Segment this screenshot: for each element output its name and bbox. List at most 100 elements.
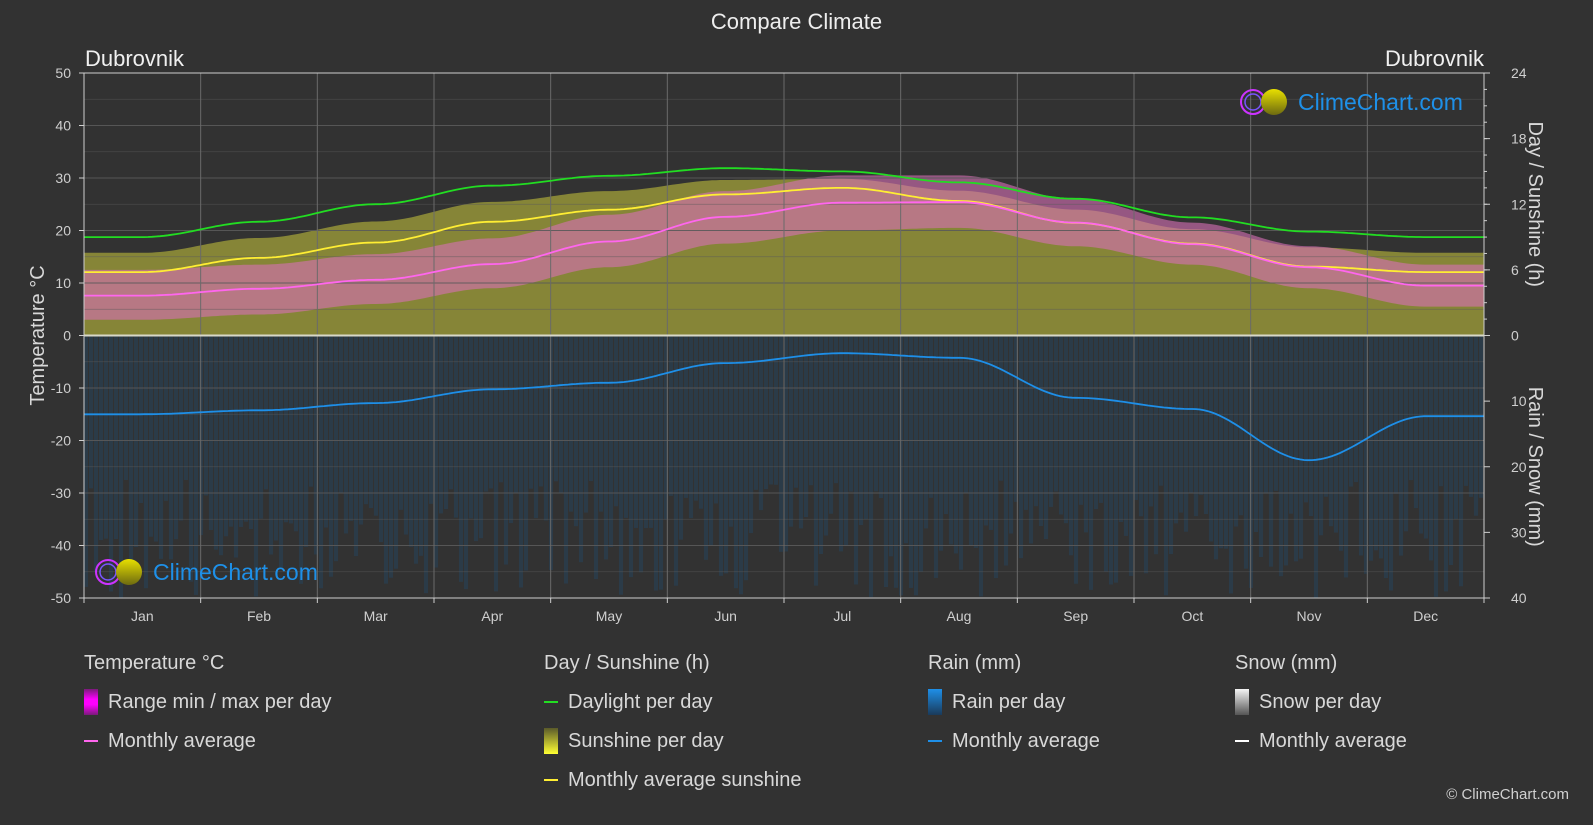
x-tick-label: Feb bbox=[247, 608, 271, 624]
y-right-top-tick-label: 24 bbox=[1511, 65, 1527, 81]
rain-daily-bar bbox=[684, 335, 688, 498]
rain-daily-bar bbox=[139, 335, 143, 504]
rain-daily-bar bbox=[924, 335, 928, 529]
rain-daily-bar bbox=[719, 335, 723, 576]
rain-daily-bar bbox=[1444, 335, 1448, 592]
rain-daily-bar bbox=[184, 335, 188, 481]
rain-daily-bar bbox=[464, 335, 468, 590]
legend-title: Day / Sunshine (h) bbox=[544, 652, 710, 674]
rain-daily-bar bbox=[1324, 335, 1328, 497]
rain-daily-bar bbox=[889, 335, 893, 557]
rain-daily-bar bbox=[1304, 335, 1308, 503]
rain-daily-bar bbox=[1104, 335, 1108, 572]
y-left-tick-label: -40 bbox=[51, 538, 71, 554]
legend-label: Range min / max per day bbox=[108, 690, 332, 713]
rain-daily-bar bbox=[304, 335, 308, 547]
rain-daily-bar bbox=[1034, 335, 1038, 507]
rain-daily-bar bbox=[294, 335, 298, 532]
rain-daily-bar bbox=[1209, 335, 1213, 542]
y-right-bottom-tick-label: 40 bbox=[1511, 590, 1527, 606]
snow-swatch bbox=[1235, 689, 1249, 715]
rain-daily-bar bbox=[884, 335, 888, 588]
x-tick-label: Apr bbox=[481, 608, 503, 624]
legend-item: Daylight per day bbox=[544, 690, 801, 714]
rain-daily-bar bbox=[334, 335, 338, 562]
rain-daily-bar bbox=[1059, 335, 1063, 515]
rain-daily-bar bbox=[1474, 335, 1478, 516]
x-tick-label: May bbox=[596, 608, 622, 624]
rain-daily-bar bbox=[319, 335, 323, 589]
rain-daily-bar bbox=[859, 335, 863, 526]
rain-daily-bar bbox=[814, 335, 818, 586]
rain-daily-bar bbox=[1144, 335, 1148, 574]
rain-daily-bar bbox=[1234, 335, 1238, 527]
rain-daily-bar bbox=[214, 335, 218, 550]
rain-daily-bar bbox=[479, 335, 483, 539]
rain-daily-bar bbox=[689, 335, 693, 519]
rain-daily-bar bbox=[999, 335, 1003, 481]
rain-daily-bar bbox=[1244, 335, 1248, 569]
rain-daily-bar bbox=[674, 335, 678, 586]
rain-daily-bar bbox=[1379, 335, 1383, 559]
chart-title: Compare Climate bbox=[710, 9, 883, 34]
rain-daily-bar bbox=[224, 335, 228, 537]
y-right-top-tick-label: 6 bbox=[1511, 262, 1519, 278]
rain-daily-bar bbox=[404, 335, 408, 535]
rain-daily-bar bbox=[914, 335, 918, 596]
x-tick-label: Aug bbox=[947, 608, 972, 624]
rain-daily-bar bbox=[1439, 335, 1443, 487]
rain-daily-bar bbox=[1039, 335, 1043, 527]
rain-daily-bar bbox=[639, 335, 643, 573]
rain-daily-bar bbox=[429, 335, 433, 504]
rain-daily-bar bbox=[134, 335, 138, 548]
rain-daily-bar bbox=[1224, 335, 1228, 549]
rain-daily-bar bbox=[834, 335, 838, 484]
rain-daily-bar bbox=[1449, 335, 1453, 566]
legend-label: Rain per day bbox=[952, 690, 1066, 713]
rain-daily-bar bbox=[1254, 335, 1258, 533]
rain-daily-bar bbox=[1384, 335, 1388, 579]
rain-daily-bar bbox=[714, 335, 718, 504]
rain-daily-bar bbox=[1019, 335, 1023, 559]
copyright: © ClimeChart.com bbox=[1446, 786, 1569, 803]
rain-daily-bar bbox=[1119, 335, 1123, 522]
rain-daily-bar bbox=[469, 335, 473, 519]
rain-daily-bar bbox=[939, 335, 943, 551]
rain-daily-bar bbox=[949, 335, 953, 545]
rain-daily-bar bbox=[1154, 335, 1158, 555]
rain-daily-bar bbox=[1044, 335, 1048, 540]
rain-daily-bar bbox=[594, 335, 598, 580]
rain-daily-bar bbox=[449, 335, 453, 490]
temp-range-swatch bbox=[84, 689, 98, 715]
rain-daily-bar bbox=[959, 335, 963, 570]
legend-label: Daylight per day bbox=[568, 690, 713, 713]
y-left-axis-title: Temperature °C bbox=[27, 265, 49, 405]
rain-daily-bar bbox=[1074, 335, 1078, 584]
legend-title: Snow (mm) bbox=[1235, 652, 1338, 674]
daylight-swatch bbox=[544, 701, 558, 703]
legend-label: Monthly average sunshine bbox=[568, 768, 802, 791]
rain-daily-bar bbox=[504, 335, 508, 565]
rain-daily-bar bbox=[494, 335, 498, 592]
rain-daily-bar bbox=[729, 335, 733, 527]
logo-top-right[interactable]: ClimeChart.com bbox=[1238, 87, 1463, 117]
rain-daily-bar bbox=[1079, 335, 1083, 505]
rain-daily-bar bbox=[384, 335, 388, 584]
snow-avg-swatch bbox=[1235, 740, 1249, 742]
logo-bottom-left[interactable]: ClimeChart.com bbox=[93, 557, 318, 587]
x-tick-label: Dec bbox=[1413, 608, 1438, 624]
rain-daily-bar bbox=[1204, 335, 1208, 515]
rain-daily-bar bbox=[239, 335, 243, 527]
rain-daily-bar bbox=[804, 335, 808, 518]
legend-label: Snow per day bbox=[1259, 690, 1382, 713]
rain-daily-bar bbox=[1124, 335, 1128, 536]
rain-daily-bar bbox=[789, 335, 793, 527]
rain-daily-bar bbox=[774, 335, 778, 485]
rain-daily-bar bbox=[274, 335, 278, 541]
rain-daily-bar bbox=[1099, 335, 1103, 503]
rain-daily-bar bbox=[1164, 335, 1168, 596]
rain-daily-bar bbox=[379, 335, 383, 543]
rain-daily-bar bbox=[1239, 335, 1243, 516]
rain-daily-bar bbox=[344, 335, 348, 534]
y-left-tick-label: 50 bbox=[55, 65, 71, 81]
